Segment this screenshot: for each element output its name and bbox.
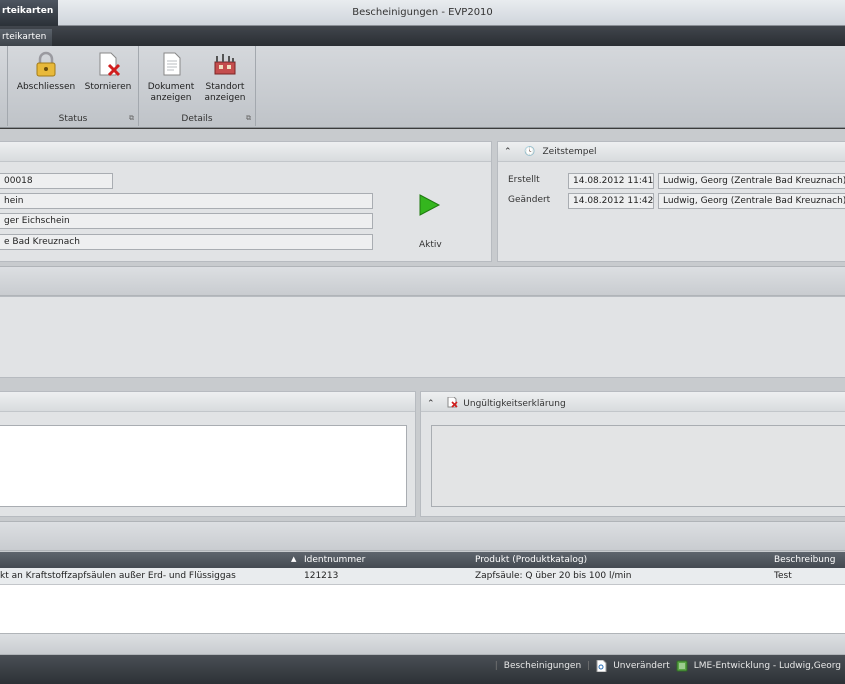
stornieren-label: Stornieren bbox=[84, 82, 132, 92]
zeitstempel-header[interactable]: ⌃ 🕓 Zeitstempel bbox=[498, 142, 845, 162]
abschliessen-label: Abschliessen bbox=[16, 82, 76, 92]
grid-header: ▲ Identnummer Produkt (Produktkatalog) B… bbox=[0, 552, 845, 568]
section-strip bbox=[0, 633, 845, 655]
ungueltigkeit-panel: ⌃ Ungültigkeitserklärung bbox=[420, 391, 845, 517]
separator: | bbox=[494, 661, 498, 671]
zeitstempel-panel: ⌃ 🕓 Zeitstempel Erstellt 14.08.2012 11:4… bbox=[497, 141, 845, 262]
status-label: Aktiv bbox=[419, 240, 442, 250]
status-user: LME-Entwicklung - Ludwig,Georg bbox=[693, 661, 841, 671]
ribbon-group-status: Abschliessen Stornieren Status ⧉ bbox=[8, 46, 139, 126]
standort-anzeigen-button[interactable]: Standort anzeigen bbox=[199, 50, 251, 104]
ribbon: Abschliessen Stornieren Status ⧉ Dokumen… bbox=[0, 46, 845, 128]
ribbon-tabstrip: rteikarten bbox=[0, 26, 845, 46]
collapse-chevron-icon[interactable]: ⌃ bbox=[504, 147, 512, 157]
col-header-identnummer[interactable]: Identnummer bbox=[304, 555, 365, 565]
lock-icon bbox=[36, 51, 56, 77]
ribbon-group-status-label: Status bbox=[58, 114, 88, 124]
dialog-launcher-icon[interactable]: ⧉ bbox=[129, 114, 134, 123]
cell-beschreibung: Test bbox=[774, 571, 792, 581]
invalid-document-icon bbox=[447, 396, 458, 408]
geaendert-label: Geändert bbox=[508, 195, 551, 205]
stornieren-button[interactable]: Stornieren bbox=[80, 50, 136, 93]
notiz-panel-header bbox=[0, 392, 415, 412]
window-title: Bescheinigungen - EVP2010 bbox=[352, 7, 493, 18]
database-user-icon bbox=[676, 660, 688, 672]
sort-asc-icon[interactable]: ▲ bbox=[291, 555, 296, 563]
grid-empty-area bbox=[0, 585, 845, 633]
zeitstempel-title: Zeitstempel bbox=[542, 147, 597, 157]
typ-field[interactable]: hein bbox=[0, 193, 373, 209]
col-header-produkt[interactable]: Produkt (Produktkatalog) bbox=[475, 555, 587, 565]
nummer-field[interactable]: 00018 bbox=[0, 173, 113, 189]
document-status-icon bbox=[596, 660, 607, 672]
content-area: 00018 hein ger Eichschein e Bad Kreuznac… bbox=[0, 129, 845, 655]
status-active-icon bbox=[419, 194, 441, 216]
standort-field[interactable]: e Bad Kreuznach bbox=[0, 234, 373, 250]
notiz-textarea[interactable] bbox=[0, 425, 407, 507]
erstellt-user-field[interactable]: Ludwig, Georg (Zentrale Bad Kreuznach) bbox=[658, 173, 845, 189]
separator: | bbox=[587, 661, 591, 671]
abschliessen-button[interactable]: Abschliessen bbox=[12, 50, 80, 93]
ungueltigkeit-textarea[interactable] bbox=[431, 425, 845, 507]
erstellt-date-field[interactable]: 14.08.2012 11:41 bbox=[568, 173, 654, 189]
ribbon-tab-active[interactable]: rteikarten bbox=[0, 29, 52, 46]
dokument-anzeigen-label: Dokument anzeigen bbox=[147, 82, 195, 103]
table-row[interactable]: kt an Kraftstoffzapfsäulen außer Erd- un… bbox=[0, 568, 845, 585]
geaendert-date-field[interactable]: 14.08.2012 11:42 bbox=[568, 193, 654, 209]
dokument-anzeigen-button[interactable]: Dokument anzeigen bbox=[143, 50, 199, 104]
dialog-launcher-icon[interactable]: ⧉ bbox=[246, 114, 251, 123]
bemerkung-panel bbox=[0, 296, 845, 378]
title-bar: rteikarten Bescheinigungen - EVP2010 bbox=[0, 0, 845, 26]
cell-bezeichnung: kt an Kraftstoffzapfsäulen außer Erd- un… bbox=[0, 571, 236, 581]
ribbon-group-details: Dokument anzeigen Standort anzeigen Deta… bbox=[139, 46, 256, 126]
ungueltigkeit-header[interactable]: ⌃ Ungültigkeitserklärung bbox=[421, 392, 845, 412]
document-icon bbox=[163, 52, 181, 76]
status-state: Unverändert bbox=[613, 661, 670, 671]
stammdaten-panel: 00018 hein ger Eichschein e Bad Kreuznac… bbox=[0, 141, 492, 262]
status-module[interactable]: Bescheinigungen bbox=[504, 661, 581, 671]
ungueltigkeit-title: Ungültigkeitserklärung bbox=[463, 399, 566, 409]
geaendert-user-field[interactable]: Ludwig, Georg (Zentrale Bad Kreuznach) bbox=[658, 193, 845, 209]
section-strip bbox=[0, 266, 845, 296]
cell-produkt: Zapfsäule: Q über 20 bis 100 l/min bbox=[475, 571, 632, 581]
cell-identnummer: 121213 bbox=[304, 571, 339, 581]
location-icon bbox=[214, 54, 236, 75]
stammdaten-panel-header bbox=[0, 142, 491, 162]
notiz-panel bbox=[0, 391, 416, 517]
erstellt-label: Erstellt bbox=[508, 175, 540, 185]
ribbon-group-details-label: Details bbox=[181, 114, 213, 124]
art-field[interactable]: ger Eichschein bbox=[0, 213, 373, 229]
status-bar: | Bescheinigungen | Unverändert LME-Entw… bbox=[0, 655, 845, 684]
cancel-document-icon bbox=[99, 52, 121, 77]
section-strip bbox=[0, 521, 845, 551]
standort-anzeigen-label: Standort anzeigen bbox=[204, 82, 246, 103]
col-header-beschreibung[interactable]: Beschreibung bbox=[774, 555, 835, 565]
clock-user-icon: 🕓 bbox=[524, 147, 536, 157]
collapse-chevron-icon[interactable]: ⌃ bbox=[427, 399, 435, 409]
ribbon-group-partial bbox=[0, 46, 8, 126]
